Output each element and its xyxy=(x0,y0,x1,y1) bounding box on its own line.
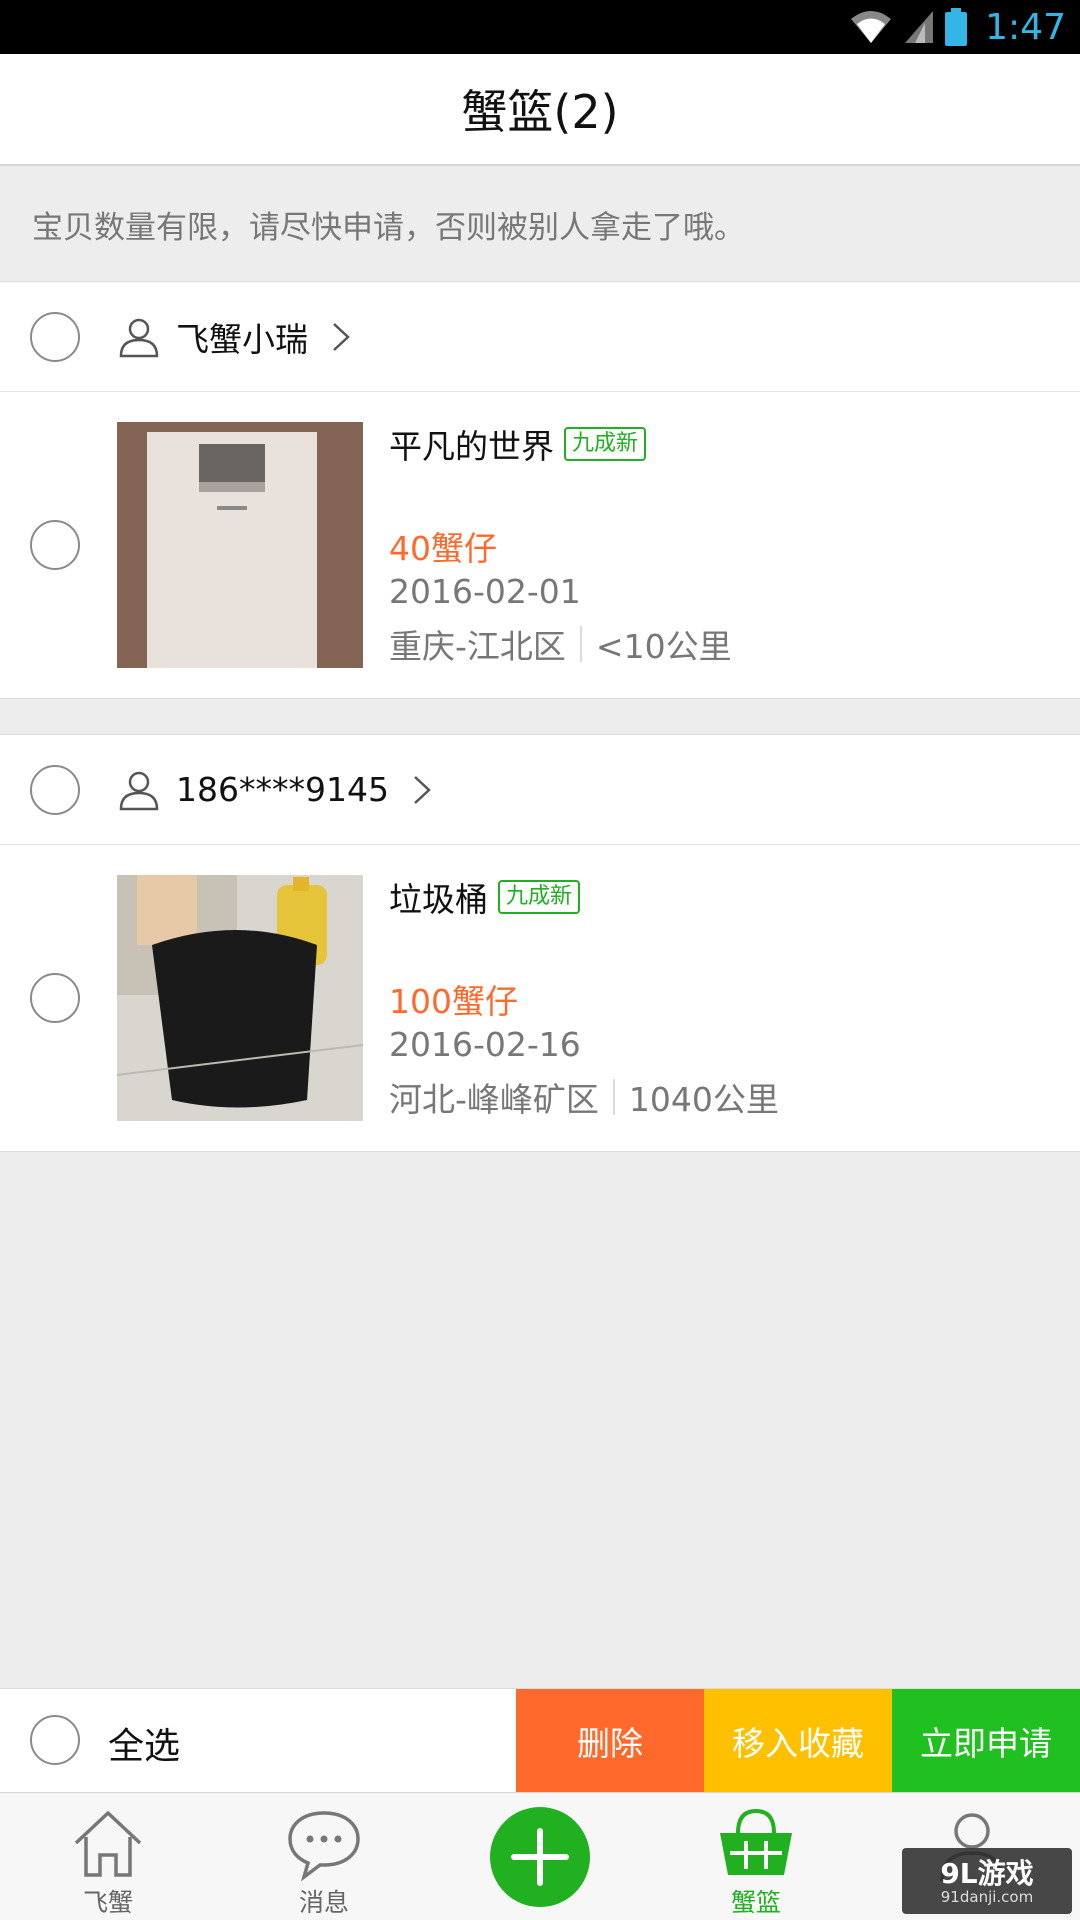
notice-banner: 宝贝数量有限，请尽快申请，否则被别人拿走了哦。 xyxy=(0,168,1080,280)
chevron-right-icon xyxy=(333,322,350,351)
seller-name[interactable]: 186****9145 xyxy=(176,770,389,809)
seller-select-radio[interactable] xyxy=(30,311,80,362)
tab-basket[interactable]: 蟹篮 xyxy=(676,1793,836,1920)
page-title: 蟹篮(2) xyxy=(461,85,619,139)
watermark-logo: 9L游戏 91danji.com xyxy=(902,1848,1072,1914)
user-icon xyxy=(119,318,159,357)
tab-home[interactable]: 飞蟹 xyxy=(28,1793,188,1920)
condition-badge: 九成新 xyxy=(498,880,581,914)
watermark-text: 9L游戏 xyxy=(940,1857,1034,1890)
item-select-radio[interactable] xyxy=(30,520,80,570)
select-all-label[interactable]: 全选 xyxy=(108,1717,180,1769)
signal-icon xyxy=(905,11,934,43)
chevron-right-icon xyxy=(414,775,431,804)
add-icon xyxy=(511,1828,569,1886)
home-icon xyxy=(74,1811,142,1877)
tab-label: 飞蟹 xyxy=(82,1888,133,1917)
item-location: 河北-峰峰矿区 xyxy=(389,1080,599,1119)
title-bar: 蟹篮(2) xyxy=(0,54,1080,166)
seller-select-radio[interactable] xyxy=(30,764,80,815)
watermark-url: 91danji.com xyxy=(940,1888,1034,1906)
item-title: 平凡的世界 xyxy=(389,427,554,466)
tab-bar: 飞蟹 消息 蟹篮 9L游戏 91danji.com xyxy=(0,1792,1080,1920)
list-item[interactable]: 垃圾桶 九成新 100蟹仔 2016-02-16 河北-峰峰矿区 1040公里 xyxy=(0,845,1080,1151)
battery-icon xyxy=(945,8,968,46)
divider xyxy=(579,626,582,662)
location-row: 重庆-江北区 <10公里 xyxy=(389,620,732,668)
item-distance: <10公里 xyxy=(595,627,732,666)
item-location: 重庆-江北区 xyxy=(389,627,566,666)
move-to-favorites-button[interactable]: 移入收藏 xyxy=(704,1689,892,1793)
item-date: 2016-02-01 xyxy=(389,572,581,611)
tab-label: 蟹篮 xyxy=(730,1888,781,1917)
list-item[interactable]: 平凡的世界 九成新 40蟹仔 2016-02-01 重庆-江北区 <10公里 xyxy=(0,392,1080,698)
item-thumbnail[interactable] xyxy=(117,875,363,1121)
item-price: 100蟹仔 xyxy=(389,982,518,1021)
basket-icon xyxy=(720,1808,792,1875)
item-thumbnail[interactable] xyxy=(117,422,363,668)
bottom-action-bar: 全选 删除 移入收藏 立即申请 xyxy=(0,1688,1080,1793)
wifi-icon xyxy=(851,11,892,43)
item-select-radio[interactable] xyxy=(30,973,80,1023)
item-price: 40蟹仔 xyxy=(389,529,497,568)
item-date: 2016-02-16 xyxy=(389,1025,581,1064)
seller-row[interactable]: 186****9145 xyxy=(0,735,1080,845)
add-button[interactable] xyxy=(490,1807,590,1907)
seller-group: 飞蟹小瑞 平凡的世界 九成新 40蟹仔 2016-02-01 重庆-江北区 <1 xyxy=(0,281,1080,699)
status-bar: 1:47 xyxy=(0,0,1080,54)
user-icon xyxy=(119,771,159,810)
condition-badge: 九成新 xyxy=(564,427,647,461)
seller-name[interactable]: 飞蟹小瑞 xyxy=(176,313,308,361)
location-row: 河北-峰峰矿区 1040公里 xyxy=(389,1073,779,1121)
tab-label: 消息 xyxy=(298,1888,349,1917)
select-all-radio[interactable] xyxy=(30,1715,80,1765)
clock: 1:47 xyxy=(985,6,1066,48)
seller-group: 186****9145 垃圾桶 九成新 100蟹仔 2016-02-16 河北-… xyxy=(0,734,1080,1152)
chat-icon xyxy=(288,1811,360,1881)
notice-text: 宝贝数量有限，请尽快申请，否则被别人拿走了哦。 xyxy=(32,209,745,246)
apply-now-button[interactable]: 立即申请 xyxy=(892,1689,1080,1793)
tab-messages[interactable]: 消息 xyxy=(244,1793,404,1920)
divider xyxy=(612,1079,615,1115)
item-title: 垃圾桶 xyxy=(389,880,488,919)
delete-button[interactable]: 删除 xyxy=(516,1689,704,1793)
seller-row[interactable]: 飞蟹小瑞 xyxy=(0,282,1080,392)
item-distance: 1040公里 xyxy=(628,1080,779,1119)
